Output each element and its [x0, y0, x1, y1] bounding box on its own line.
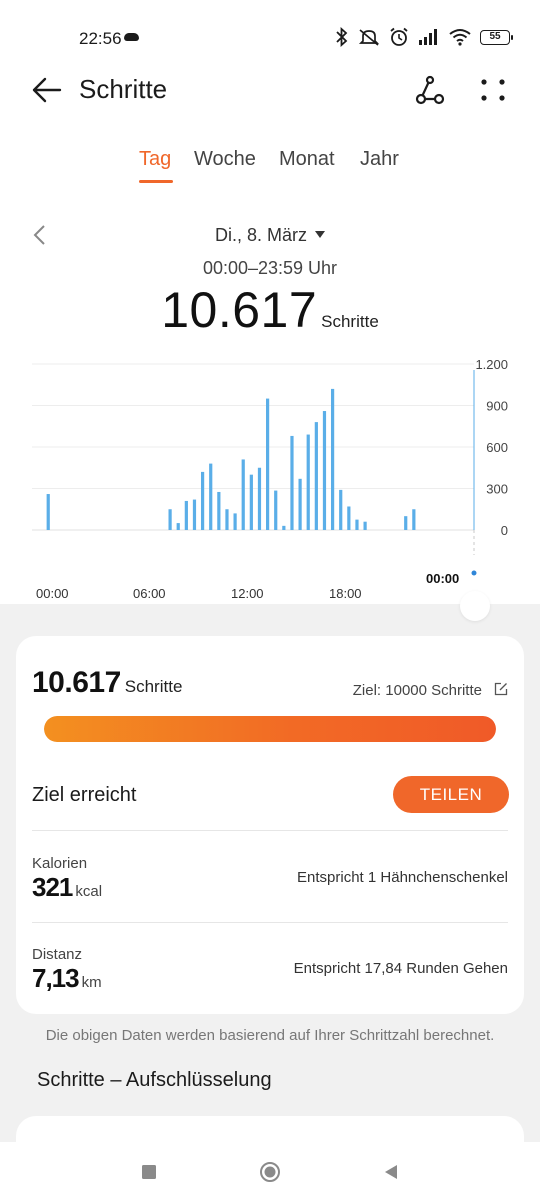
- step-bar: [225, 509, 229, 530]
- bluetooth-icon: [336, 27, 348, 47]
- status-time: 22:56: [79, 29, 122, 48]
- divider: [32, 922, 508, 923]
- tab-day[interactable]: Tag: [139, 148, 171, 171]
- step-bar: [363, 521, 367, 530]
- status-icons: 55: [335, 25, 513, 49]
- tab-week[interactable]: Woche: [194, 148, 256, 171]
- step-bar: [306, 434, 310, 530]
- step-bar: [331, 388, 335, 530]
- y-tick-label: 600: [486, 440, 508, 455]
- wifi-icon: [449, 29, 471, 46]
- app-header: Schritte: [0, 64, 540, 116]
- goal-card: 10.617 Schritte Ziel: 10000 Schritte Ziel…: [16, 636, 524, 1014]
- step-bar: [322, 411, 327, 530]
- calories-label: Kalorien: [32, 855, 88, 872]
- step-bar: [176, 523, 180, 530]
- distance-unit: km: [81, 974, 102, 991]
- step-bar: [168, 509, 172, 530]
- back-triangle-icon[interactable]: [379, 1160, 403, 1184]
- current-time-dot: [471, 570, 477, 576]
- step-bar: [274, 490, 278, 530]
- y-tick-label: 900: [486, 399, 508, 414]
- x-tick-label: 06:00: [133, 586, 166, 601]
- breakdown-title: Schritte – Aufschlüsselung: [37, 1069, 272, 1091]
- distance-label: Distanz: [32, 946, 83, 963]
- total-steps: 10.617 Schritte: [0, 281, 540, 339]
- mute-icon: [358, 29, 380, 46]
- step-bar: [209, 463, 213, 530]
- step-bar: [257, 467, 262, 530]
- recents-icon[interactable]: [137, 1160, 161, 1184]
- tab-year[interactable]: Jahr: [360, 148, 399, 171]
- time-range: 00:00–23:59 Uhr: [202, 258, 338, 278]
- step-bar: [282, 525, 286, 530]
- step-bar: [339, 489, 343, 530]
- step-bar: [241, 459, 245, 530]
- calories-number: 321: [32, 872, 73, 902]
- x-tick-label: 18:00: [329, 586, 362, 601]
- step-bar: [184, 500, 188, 530]
- card-steps-value: 10.617: [32, 666, 121, 699]
- calories-equivalent: Entspricht 1 Hähnchenschenkel: [297, 869, 508, 886]
- distance-equivalent: Entspricht 17,84 Runden Gehen: [293, 960, 508, 977]
- card-steps: 10.617 Schritte: [32, 666, 182, 700]
- alarm-icon: [390, 27, 408, 46]
- step-bar: [347, 506, 351, 530]
- goal-label: Ziel: 10000 Schritte: [352, 682, 482, 699]
- calories-value: 321 kcal: [32, 872, 102, 903]
- goal-status: Ziel erreicht: [32, 784, 137, 806]
- step-bar: [201, 471, 205, 530]
- page-title: Schritte: [79, 74, 168, 104]
- step-bar: [355, 519, 359, 530]
- current-time-label: 00:00: [426, 571, 459, 586]
- card-steps-unit: Schritte: [124, 677, 183, 696]
- total-steps-unit: Schritte: [321, 312, 379, 331]
- chart-scrubber-handle[interactable]: [460, 591, 490, 621]
- tab-month[interactable]: Monat: [279, 148, 335, 171]
- step-bar: [233, 513, 237, 530]
- step-bar: [298, 478, 302, 530]
- steps-chart[interactable]: 1.200 900 600 300 0 00:00 00:00 06:00 12:00 18:00: [0, 340, 540, 610]
- y-tick-label: 300: [486, 482, 508, 497]
- step-bar: [266, 398, 270, 530]
- more-grid-icon[interactable]: [478, 74, 508, 106]
- system-nav-bar: [0, 1142, 540, 1200]
- caret-down-icon: [315, 231, 325, 238]
- status-bar: 22:56 55: [0, 0, 540, 70]
- x-tick-label: 00:00: [36, 586, 69, 601]
- home-icon[interactable]: [258, 1160, 282, 1184]
- footnote: Die obigen Daten werden basierend auf Ih…: [45, 1027, 495, 1044]
- y-tick-label: 1.200: [475, 357, 508, 372]
- step-bar: [290, 435, 294, 530]
- distance-value: 7,13 km: [32, 963, 102, 994]
- step-bar: [314, 422, 318, 530]
- date-selector[interactable]: Di., 8. März: [0, 225, 540, 246]
- calories-unit: kcal: [75, 883, 103, 900]
- edit-icon[interactable]: [494, 682, 508, 696]
- y-tick-label: 0: [501, 523, 508, 538]
- total-steps-value: 10.617: [161, 282, 318, 338]
- route-icon[interactable]: [412, 74, 448, 106]
- step-bar: [217, 491, 221, 530]
- step-bar: [46, 494, 50, 530]
- period-tabs: Tag Woche Monat Jahr: [0, 148, 540, 188]
- goal-progress-bar: [44, 716, 496, 742]
- step-bar: [249, 474, 253, 530]
- goal-progress-fill: [44, 716, 496, 742]
- distance-number: 7,13: [32, 963, 80, 993]
- step-bar: [192, 499, 197, 530]
- cloud-icon: [124, 33, 139, 41]
- x-tick-label: 12:00: [231, 586, 264, 601]
- step-bar: [404, 516, 408, 530]
- date-text: Di., 8. März: [214, 225, 307, 245]
- back-arrow-icon[interactable]: [30, 74, 64, 106]
- battery-icon: 55: [480, 29, 513, 45]
- step-bar: [412, 509, 416, 530]
- active-tab-indicator: [139, 180, 173, 183]
- share-button[interactable]: TEILEN: [393, 776, 509, 813]
- divider: [32, 830, 508, 831]
- signal-icon: [419, 29, 437, 45]
